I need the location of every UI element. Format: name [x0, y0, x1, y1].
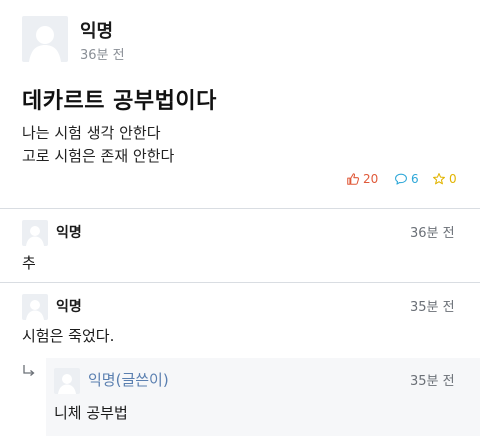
post-body-line: 고로 시험은 존재 안한다	[22, 147, 175, 165]
comment-time: 36분 전	[410, 226, 455, 241]
comment-text: 추	[22, 254, 36, 272]
comment-count: 6	[411, 172, 419, 186]
divider	[0, 208, 480, 209]
thumbs-up-icon	[347, 173, 360, 185]
divider	[0, 282, 480, 283]
star-icon	[433, 173, 445, 185]
default-avatar-icon	[58, 374, 76, 394]
comment-author: 익명	[56, 299, 82, 315]
comment-text: 시험은 죽었다.	[22, 327, 115, 345]
reply-avatar	[54, 368, 80, 394]
post-body: 나는 시험 생각 안한다 고로 시험은 존재 안한다	[22, 122, 174, 168]
default-avatar-icon	[26, 300, 44, 320]
speech-bubble-icon	[395, 173, 407, 185]
scrap-button[interactable]: 0	[432, 172, 457, 186]
post-author: 익명	[80, 21, 114, 42]
like-count: 20	[363, 172, 379, 186]
default-avatar-icon	[29, 26, 61, 62]
comment-time: 35분 전	[410, 300, 455, 315]
like-button[interactable]: 20	[346, 172, 378, 186]
scrap-count: 0	[449, 172, 457, 186]
comment-avatar	[22, 220, 48, 246]
reply-arrow-icon	[22, 364, 36, 384]
comment-author: 익명	[56, 225, 82, 241]
post-time: 36분 전	[80, 48, 125, 63]
comment-avatar	[22, 294, 48, 320]
comment-count-button[interactable]: 6	[394, 172, 419, 186]
reply-author: 익명(글쓴이)	[88, 371, 169, 389]
reply-time: 35분 전	[410, 374, 455, 389]
post-body-line: 나는 시험 생각 안한다	[22, 124, 161, 142]
default-avatar-icon	[26, 226, 44, 246]
reply-text: 니체 공부법	[54, 404, 128, 422]
post-title: 데카르트 공부법이다	[22, 89, 217, 114]
author-avatar	[22, 16, 68, 62]
